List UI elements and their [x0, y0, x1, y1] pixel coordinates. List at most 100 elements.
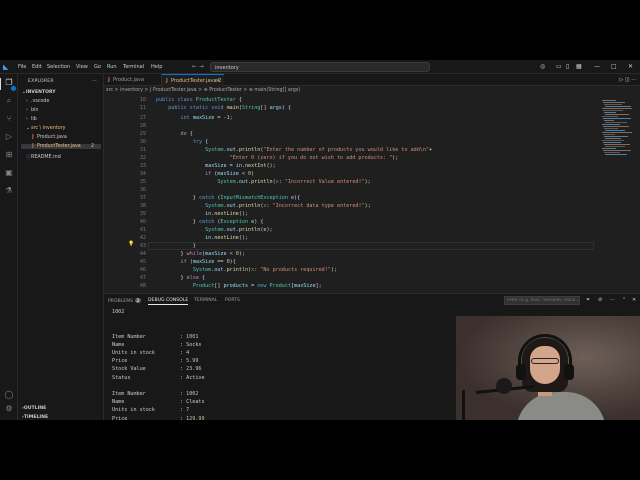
nav-back-forward-icon[interactable]: ← →: [192, 63, 204, 70]
tab-close-icon[interactable]: ✕: [216, 75, 220, 87]
tab-problems[interactable]: PROBLEMS 2: [108, 298, 141, 304]
filter-icon[interactable]: ⏷: [586, 297, 590, 303]
code-line[interactable]: 48 Product[] products = new Product[maxS…: [104, 282, 594, 290]
console-field-value: : Cleats: [180, 399, 205, 406]
source-control-icon[interactable]: ⑂: [4, 114, 14, 124]
code-line[interactable]: 41 System.out.println(e);: [104, 226, 594, 234]
minimap-line: [604, 144, 630, 145]
tab-ports[interactable]: PORTS: [225, 298, 240, 303]
menu-file[interactable]: File: [18, 64, 26, 70]
code-line[interactable]: 32 "Enter 0 (zero) if you do not wish to…: [104, 154, 594, 162]
more-actions-icon[interactable]: ···: [92, 78, 97, 84]
explorer-title: EXPLORER: [28, 79, 54, 84]
headphone-left: [516, 364, 526, 380]
tree-item-lib[interactable]: › lib: [26, 117, 37, 122]
code-line[interactable]: 36: [104, 186, 594, 194]
customize-layout-icon[interactable]: ▦: [576, 63, 582, 70]
tab-producttester-java[interactable]: J ProductTester.java 2 ✕: [162, 74, 224, 86]
tab-product-java[interactable]: J Product.java: [104, 74, 162, 86]
menu-terminal[interactable]: Terminal: [123, 64, 144, 70]
vscode-window: ◣ File Edit Selection View Go Run Termin…: [0, 60, 640, 420]
workspace-header[interactable]: ⌄INVENTORY: [22, 90, 56, 95]
sticky-scroll-line[interactable]: 11 public static void main(String[] args…: [104, 104, 594, 112]
code-line[interactable]: 30 try {: [104, 138, 594, 146]
minimize-icon[interactable]: —: [594, 63, 600, 70]
menu-help[interactable]: Help: [151, 64, 162, 70]
testing-icon[interactable]: ⚗: [4, 186, 14, 196]
remote-explorer-icon[interactable]: ▣: [4, 168, 14, 178]
lightbulb-icon[interactable]: 💡: [128, 241, 134, 247]
manage-gear-icon[interactable]: ⚙: [4, 404, 14, 414]
breadcrumb[interactable]: src > inventory > J ProductTester.java >…: [106, 88, 300, 93]
minimap-line: [603, 142, 621, 143]
split-editor-icon[interactable]: ◫: [625, 77, 630, 83]
code-line[interactable]: 33 maxSize = in.nextInt();: [104, 162, 594, 170]
tree-item-bin[interactable]: › bin: [26, 108, 38, 113]
outline-section[interactable]: ›OUTLINE: [22, 406, 46, 411]
code-line[interactable]: 37 } catch (InputMismatchException e){: [104, 194, 594, 202]
code-line[interactable]: 39 in.nextLine();: [104, 210, 594, 218]
run-debug-icon[interactable]: ▷: [4, 132, 14, 142]
more-actions-icon[interactable]: ···: [610, 297, 615, 303]
tree-item-label: lib: [31, 117, 37, 122]
code-text: if (maxSize < 0): [205, 171, 255, 177]
more-actions-icon[interactable]: ···: [631, 77, 636, 83]
code-line[interactable]: 28: [104, 122, 594, 130]
menu-edit[interactable]: Edit: [32, 64, 42, 70]
minimap-line: [605, 138, 621, 139]
tab-label: Product.java: [113, 77, 145, 83]
account-icon[interactable]: ◯: [4, 390, 14, 400]
code-line[interactable]: 47 } else {: [104, 274, 594, 282]
console-field-value: : Active: [180, 374, 205, 381]
menu-view[interactable]: View: [76, 64, 88, 70]
clear-console-icon[interactable]: ⊘: [598, 297, 602, 303]
close-panel-icon[interactable]: ✕: [632, 297, 636, 303]
line-number: 48: [139, 283, 146, 289]
line-number: 29: [139, 131, 146, 137]
minimap-line: [605, 122, 627, 123]
code-text: System.out.println(x: "Incorrect data ty…: [205, 203, 371, 209]
code-line[interactable]: 42 in.nextLine();: [104, 234, 594, 242]
tab-debug-console[interactable]: DEBUG CONSOLE: [148, 298, 189, 305]
editor-tabs: J Product.java J ProductTester.java 2 ✕ ▷ ◫…: [104, 74, 640, 86]
close-icon[interactable]: ✕: [628, 63, 633, 70]
maximize-icon[interactable]: □: [611, 63, 617, 70]
menu-selection[interactable]: Selection: [47, 64, 70, 70]
copilot-icon[interactable]: ◎: [540, 63, 545, 70]
command-center-text: inventory: [215, 65, 239, 71]
minimap-line: [604, 112, 616, 113]
console-field-value: : 23.96: [180, 366, 202, 373]
code-line[interactable]: 38 System.out.println(x: "Incorrect data…: [104, 202, 594, 210]
tree-item-src-inventory[interactable]: ⌄src \ inventory: [26, 126, 66, 131]
menu-run[interactable]: Run: [107, 64, 117, 70]
tree-item-label: Product.java: [37, 135, 67, 140]
code-line[interactable]: 31 System.out.println("Enter the number …: [104, 146, 594, 154]
code-line[interactable]: 40 } catch (Exception e) {: [104, 218, 594, 226]
sticky-scroll-line[interactable]: 10 public class ProductTester {: [104, 96, 594, 104]
tree-item-product-java[interactable]: J Product.java: [32, 135, 67, 140]
code-line[interactable]: 27 int maxSize = -1;: [104, 114, 594, 122]
menu-go[interactable]: Go: [94, 64, 101, 70]
tree-item-vscode[interactable]: › .vscode: [26, 99, 49, 104]
tree-item-producttester-java[interactable]: J ProductTester.java 2: [21, 144, 101, 149]
extensions-icon[interactable]: ⊞: [4, 150, 14, 160]
tree-item-label: .vscode: [31, 99, 50, 104]
minimap-line: [602, 124, 620, 125]
tree-item-readme[interactable]: ⓘREADME.md: [26, 153, 61, 160]
layout-panel-icon[interactable]: ▭: [556, 63, 562, 70]
command-center[interactable]: inventory: [210, 62, 430, 72]
search-icon[interactable]: ⌕: [4, 96, 14, 106]
minimap-line: [604, 120, 614, 121]
code-line[interactable]: 35 System.out.println(x: "Incorrect Valu…: [104, 178, 594, 186]
tab-terminal[interactable]: TERMINAL: [194, 298, 217, 303]
code-line[interactable]: 44 } while(maxSize < 0);: [104, 250, 594, 258]
code-line[interactable]: 29 do {: [104, 130, 594, 138]
layout-sidebar-icon[interactable]: ▯: [566, 63, 569, 70]
filter-input[interactable]: [504, 296, 580, 305]
code-line[interactable]: 46 System.out.println(x: "No products re…: [104, 266, 594, 274]
maximize-panel-icon[interactable]: ⌃: [622, 297, 626, 303]
minimap-line: [602, 108, 632, 109]
code-line[interactable]: 45 if (maxSize == 0){: [104, 258, 594, 266]
run-icon[interactable]: ▷: [619, 77, 623, 83]
code-line[interactable]: 34 if (maxSize < 0): [104, 170, 594, 178]
